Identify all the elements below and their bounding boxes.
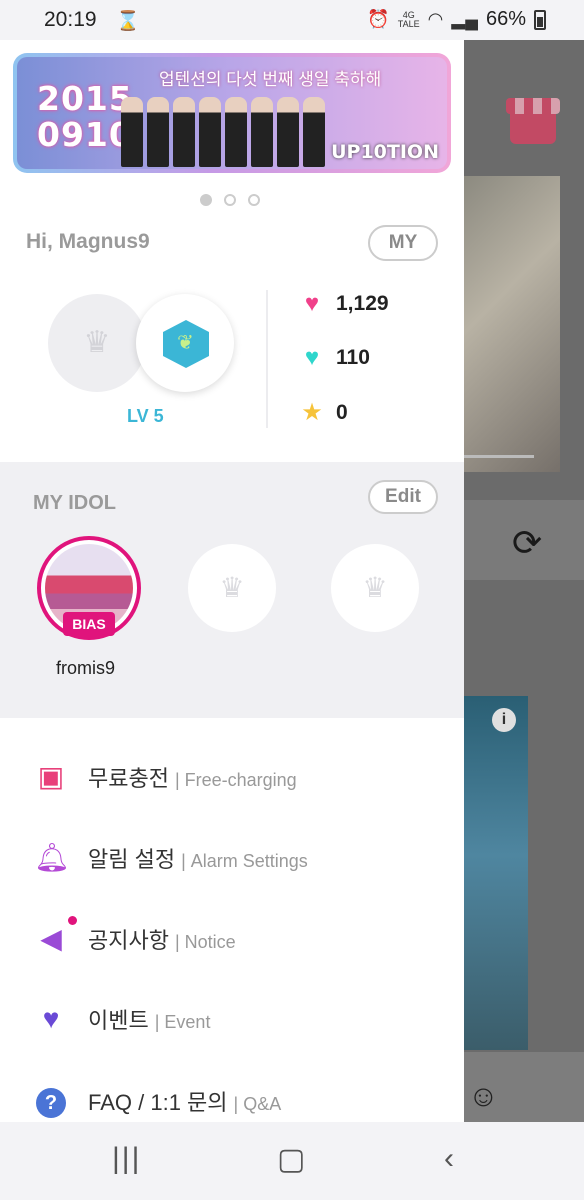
question-icon: ? bbox=[34, 1084, 68, 1118]
carousel-dots bbox=[200, 194, 260, 206]
shop-icon bbox=[506, 98, 560, 144]
side-drawer: 2015 0910 업텐션의 다섯 번째 생일 축하해 UP10TION Hi,… bbox=[0, 40, 464, 1122]
home-icon[interactable]: ▢ bbox=[277, 1142, 305, 1177]
crown-icon: ♛ bbox=[362, 572, 388, 603]
refresh-icon: ⟳ bbox=[512, 522, 543, 563]
menu-label-en: | Notice bbox=[174, 931, 236, 952]
alarm-icon: ⏰ bbox=[367, 9, 390, 29]
background-photo-2 bbox=[464, 696, 528, 1050]
bell-icon: 🔔︎ bbox=[34, 842, 70, 873]
greeting-text: Hi, Magnus9 bbox=[26, 230, 150, 253]
carousel-dot[interactable] bbox=[248, 194, 260, 206]
system-nav-bar: ||| ▢ ‹ bbox=[0, 1122, 584, 1200]
menu-label-ko: 무료충전 bbox=[88, 765, 169, 791]
diamonds-count: 110 bbox=[336, 346, 370, 369]
menu-free-charging[interactable]: ▣ 무료충전 | Free-charging bbox=[34, 760, 297, 793]
menu-faq[interactable]: ? FAQ / 1:1 문의 | Q&A bbox=[34, 1084, 281, 1118]
menu-label-ko: FAQ / 1:1 문의 bbox=[88, 1090, 228, 1115]
recent-apps-icon[interactable]: ||| bbox=[112, 1142, 141, 1176]
divider bbox=[266, 290, 268, 428]
carousel-dot[interactable] bbox=[200, 194, 212, 206]
menu-label-ko: 이벤트 bbox=[88, 1008, 149, 1033]
bias-name: fromis9 bbox=[56, 658, 116, 678]
megaphone-icon: ◀ bbox=[34, 916, 77, 955]
banner-date: 2015 0910 bbox=[37, 81, 133, 153]
heart-icon: ♥ bbox=[304, 290, 320, 317]
stars-stat[interactable]: ★ 0 bbox=[300, 398, 348, 427]
menu-notice[interactable]: ◀ 공지사항 | Notice bbox=[34, 916, 236, 955]
hearts-count: 1,129 bbox=[336, 292, 389, 315]
menu-alarm-settings[interactable]: 🔔︎ 알림 설정 | Alarm Settings bbox=[34, 841, 308, 874]
background-photo bbox=[464, 176, 560, 472]
banner-caption: 업텐션의 다섯 번째 생일 축하해 bbox=[159, 70, 382, 89]
battery-percent: 66% bbox=[485, 8, 526, 30]
info-icon: i bbox=[492, 708, 516, 732]
menu-label-ko: 알림 설정 bbox=[88, 846, 176, 872]
my-idol-title: MY IDOL bbox=[33, 492, 116, 514]
menu-label-en: | Event bbox=[154, 1012, 211, 1032]
my-button[interactable]: MY bbox=[368, 225, 438, 261]
back-icon[interactable]: ‹ bbox=[444, 1142, 454, 1176]
community-icon: ☺ bbox=[468, 1080, 499, 1113]
diamonds-stat[interactable]: ♥ 110 bbox=[300, 344, 370, 372]
notice-dot bbox=[68, 916, 77, 925]
teal-heart-icon: ♥ bbox=[304, 344, 320, 371]
menu-event[interactable]: ♥ 이벤트 | Event bbox=[34, 1003, 211, 1035]
banner-group-photo bbox=[121, 91, 331, 167]
idol-slot-3[interactable]: ♛ bbox=[331, 544, 419, 632]
crown-icon: ♛ bbox=[219, 572, 245, 603]
level-hexagon-icon: ❦ bbox=[163, 320, 209, 368]
hearts-stat[interactable]: ♥ 1,129 bbox=[300, 290, 389, 318]
carousel-dot[interactable] bbox=[224, 194, 236, 206]
network-type: 4G TALE bbox=[397, 9, 420, 29]
level-label: LV 5 bbox=[127, 406, 164, 426]
level-badge[interactable]: ❦ bbox=[136, 294, 234, 392]
idol-slot-2[interactable]: ♛ bbox=[188, 544, 276, 632]
wifi-icon: ◠ bbox=[427, 9, 444, 29]
signal-icon: ▂▄ bbox=[451, 9, 478, 29]
battery-icon bbox=[534, 9, 546, 30]
banner-brand: UP10TION bbox=[331, 141, 439, 163]
banner-image: 2015 0910 업텐션의 다섯 번째 생일 축하해 UP10TION bbox=[17, 57, 447, 169]
bias-badge: BIAS bbox=[63, 612, 115, 636]
crown-icon: ♛ bbox=[83, 326, 111, 359]
menu-label-ko: 공지사항 bbox=[88, 927, 169, 953]
star-icon: ★ bbox=[301, 399, 323, 426]
banner-date-line1: 2015 bbox=[37, 79, 133, 118]
status-right: ⏰ 4G TALE ◠ ▂▄ 66% bbox=[367, 8, 546, 31]
battery-heart-icon: ▣ bbox=[37, 761, 65, 792]
avatar[interactable]: ♛ bbox=[48, 294, 146, 392]
event-banner[interactable]: 2015 0910 업텐션의 다섯 번째 생일 축하해 UP10TION bbox=[13, 53, 451, 173]
balloon-heart-icon: ♥ bbox=[42, 1003, 60, 1034]
banner-date-line2: 0910 bbox=[37, 115, 133, 154]
status-time: 20:19 bbox=[44, 8, 97, 31]
menu-label-en: | Alarm Settings bbox=[181, 850, 308, 871]
my-idol-section: MY IDOL Edit BIAS fromis9 ♛ ♛ bbox=[0, 462, 464, 718]
sprout-icon: ❦ bbox=[177, 332, 194, 354]
edit-button[interactable]: Edit bbox=[368, 480, 438, 514]
menu-label-en: | Q&A bbox=[233, 1094, 282, 1114]
menu-label-en: | Free-charging bbox=[174, 769, 297, 790]
stars-count: 0 bbox=[336, 400, 348, 424]
status-bar: 20:19 ⌛ ⏰ 4G TALE ◠ ▂▄ 66% bbox=[0, 0, 584, 40]
hourglass-icon: ⌛ bbox=[116, 11, 140, 32]
